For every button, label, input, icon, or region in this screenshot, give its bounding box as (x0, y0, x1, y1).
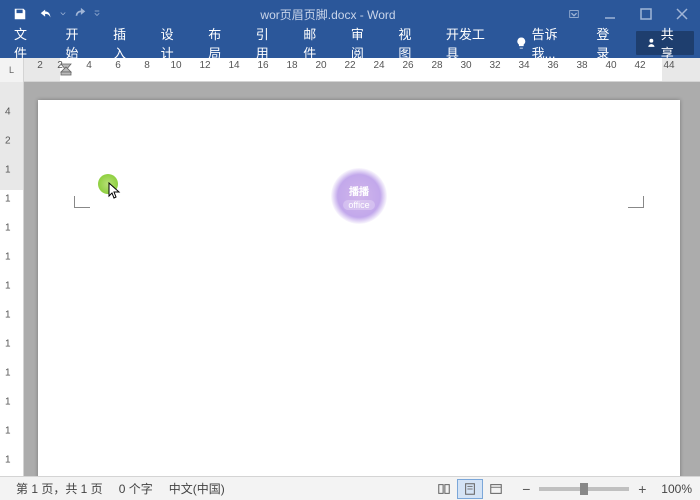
tab-selector[interactable]: L (0, 58, 24, 82)
window-title: wor页眉页脚.docx - Word (100, 6, 556, 23)
tab-references[interactable]: 引用 (244, 28, 292, 58)
redo-button[interactable] (68, 2, 92, 26)
zoom-in-button[interactable]: + (635, 482, 649, 496)
tell-me-search[interactable]: 告诉我... (505, 24, 586, 62)
workspace: 4211111111111 播播 office (0, 82, 700, 476)
sign-in-button[interactable]: 登录 (586, 28, 630, 58)
view-buttons (431, 479, 509, 499)
header-boundary-left (74, 196, 90, 208)
tell-me-label: 告诉我... (532, 24, 577, 62)
zoom-slider[interactable] (539, 487, 629, 491)
save-button[interactable] (8, 2, 32, 26)
zoom-out-button[interactable]: − (519, 482, 533, 496)
tab-file[interactable]: 文件 (0, 28, 54, 58)
tab-review[interactable]: 审阅 (339, 28, 387, 58)
vertical-ruler[interactable]: 4211111111111 (0, 82, 24, 476)
document-area[interactable]: 播播 office (24, 82, 700, 476)
top-margin-indicator[interactable] (0, 82, 23, 190)
maximize-button[interactable] (628, 0, 664, 28)
qat-dropdown-icon[interactable] (60, 2, 66, 26)
tab-design[interactable]: 设计 (149, 28, 197, 58)
horizontal-ruler-area: L 22468101214161820222426283032343638404… (0, 58, 700, 82)
ribbon-tabs: 文件 开始 插入 设计 布局 引用 邮件 审阅 视图 开发工具 告诉我... 登… (0, 28, 700, 58)
lightbulb-icon (515, 36, 528, 50)
watermark: 播播 office (331, 168, 387, 224)
status-bar: 第 1 页，共 1 页 0 个字 中文(中国) − + 100% (0, 476, 700, 500)
quick-access-toolbar (0, 2, 100, 26)
header-boundary-right (628, 196, 644, 208)
tab-view[interactable]: 视图 (386, 28, 434, 58)
tab-insert[interactable]: 插入 (101, 28, 149, 58)
read-mode-button[interactable] (431, 479, 457, 499)
share-icon (646, 37, 657, 49)
watermark-text-1: 播播 (349, 183, 369, 198)
undo-button[interactable] (34, 2, 58, 26)
tab-mailings[interactable]: 邮件 (291, 28, 339, 58)
tab-developer[interactable]: 开发工具 (434, 28, 505, 58)
zoom-percentage[interactable]: 100% (655, 482, 692, 496)
page-count[interactable]: 第 1 页，共 1 页 (8, 480, 111, 497)
tab-layout[interactable]: 布局 (196, 28, 244, 58)
watermark-text-2: office (343, 200, 374, 210)
horizontal-ruler[interactable]: 2246810121416182022242628303234363840424… (24, 58, 700, 81)
cursor-arrow-icon (108, 182, 122, 200)
share-button[interactable]: 共享 (636, 31, 694, 55)
tab-home[interactable]: 开始 (54, 28, 102, 58)
zoom-slider-thumb[interactable] (580, 483, 588, 495)
hanging-indent-marker[interactable] (60, 63, 72, 81)
share-label: 共享 (661, 24, 684, 62)
cursor-highlight (98, 174, 118, 194)
zoom-control: − + 100% (519, 482, 692, 496)
word-count[interactable]: 0 个字 (111, 480, 161, 497)
language-status[interactable]: 中文(中国) (161, 480, 233, 497)
web-layout-button[interactable] (483, 479, 509, 499)
page[interactable]: 播播 office (38, 100, 680, 476)
print-layout-button[interactable] (457, 479, 483, 499)
